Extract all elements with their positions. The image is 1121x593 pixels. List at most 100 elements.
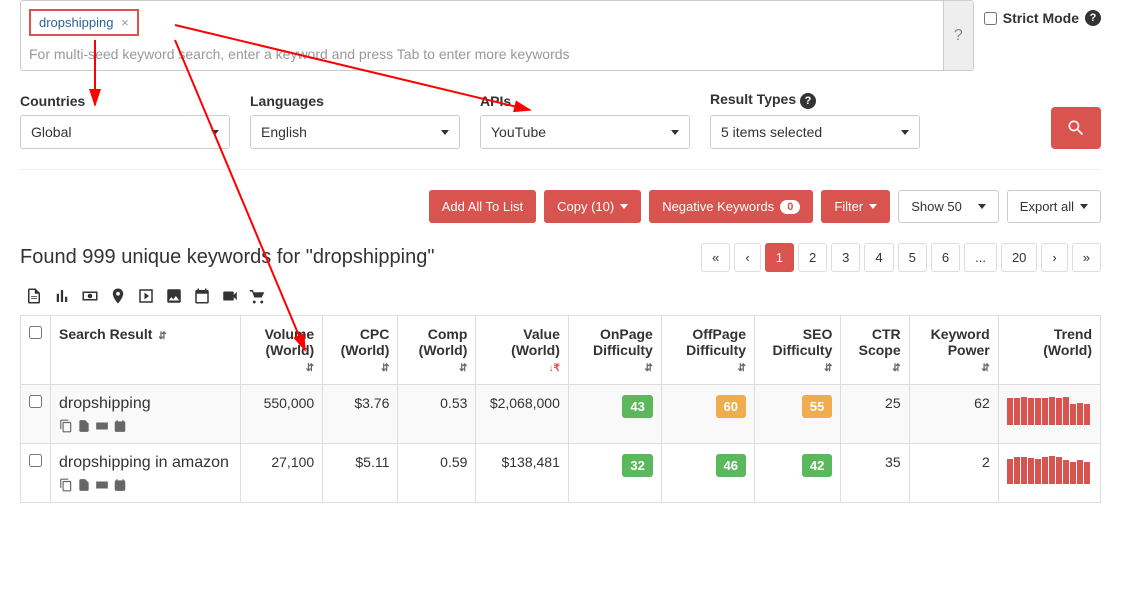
- seo-cell: 55: [755, 385, 841, 444]
- apis-select[interactable]: YouTube: [480, 115, 690, 149]
- page-»[interactable]: »: [1072, 243, 1101, 272]
- ctr-cell: 25: [841, 385, 909, 444]
- keyword-tag[interactable]: dropshipping ×: [29, 9, 139, 36]
- location-icon[interactable]: [109, 287, 127, 305]
- volume-cell: 27,100: [241, 444, 323, 503]
- youtube-icon[interactable]: [137, 287, 155, 305]
- page-3[interactable]: 3: [831, 243, 860, 272]
- countries-value: Global: [31, 124, 71, 140]
- calendar-icon[interactable]: [113, 419, 127, 433]
- show-count-select[interactable]: Show 50: [898, 190, 999, 223]
- col-onpage[interactable]: OnPage Difficulty⇵: [568, 316, 661, 385]
- col-power[interactable]: Keyword Power⇵: [909, 316, 998, 385]
- ctr-cell: 35: [841, 444, 909, 503]
- keyword-tag-text: dropshipping: [39, 15, 113, 30]
- result-types-value: 5 items selected: [721, 124, 822, 140]
- onpage-cell: 32: [568, 444, 661, 503]
- money-icon[interactable]: [95, 419, 109, 433]
- col-search-result[interactable]: Search Result ⇵: [51, 316, 241, 385]
- trend-cell: [998, 385, 1100, 444]
- page-4[interactable]: 4: [864, 243, 893, 272]
- apis-value: YouTube: [491, 124, 546, 140]
- chevron-down-icon: [978, 204, 986, 209]
- negative-keywords-button[interactable]: Negative Keywords0: [649, 190, 813, 223]
- col-trend[interactable]: Trend (World): [998, 316, 1100, 385]
- offpage-cell: 60: [661, 385, 754, 444]
- col-comp[interactable]: Comp (World)⇵: [398, 316, 476, 385]
- keyword-cell: dropshipping: [51, 385, 241, 444]
- row-checkbox[interactable]: [29, 454, 42, 467]
- add-all-button[interactable]: Add All To List: [429, 190, 536, 223]
- col-offpage[interactable]: OffPage Difficulty⇵: [661, 316, 754, 385]
- col-ctr[interactable]: CTR Scope⇵: [841, 316, 909, 385]
- col-seo[interactable]: SEO Difficulty⇵: [755, 316, 841, 385]
- page-«[interactable]: «: [701, 243, 730, 272]
- table-row: dropshipping 550,000 $3.76 0.53 $2,068,0…: [21, 385, 1101, 444]
- cart-icon[interactable]: [249, 287, 267, 305]
- col-cpc[interactable]: CPC (World)⇵: [323, 316, 398, 385]
- copy-button[interactable]: Copy (10): [544, 190, 641, 223]
- document-icon[interactable]: [25, 287, 43, 305]
- copy-icon[interactable]: [59, 419, 73, 433]
- search-button[interactable]: [1051, 107, 1101, 149]
- onpage-cell: 43: [568, 385, 661, 444]
- document-icon[interactable]: [77, 478, 91, 492]
- bar-chart-icon[interactable]: [53, 287, 71, 305]
- result-types-label: Result Types ?: [710, 91, 920, 109]
- help-icon[interactable]: ?: [800, 93, 816, 109]
- filter-button[interactable]: Filter: [821, 190, 890, 223]
- comp-cell: 0.59: [398, 444, 476, 503]
- keyword-search-box[interactable]: dropshipping × For multi-seed keyword se…: [20, 0, 974, 71]
- col-volume[interactable]: Volume (World)⇵: [241, 316, 323, 385]
- chevron-down-icon: [620, 204, 628, 209]
- col-value[interactable]: Value (World)↓₹: [476, 316, 568, 385]
- page-20[interactable]: 20: [1001, 243, 1037, 272]
- help-icon[interactable]: ?: [1085, 10, 1101, 26]
- copy-icon[interactable]: [59, 478, 73, 492]
- chevron-down-icon: [1080, 204, 1088, 209]
- search-help-button[interactable]: ?: [943, 1, 973, 70]
- page-5[interactable]: 5: [898, 243, 927, 272]
- result-types-select[interactable]: 5 items selected: [710, 115, 920, 149]
- document-icon[interactable]: [77, 419, 91, 433]
- table-row: dropshipping in amazon 27,100 $5.11 0.59…: [21, 444, 1101, 503]
- chevron-down-icon: [441, 130, 449, 135]
- results-table: Search Result ⇵ Volume (World)⇵ CPC (Wor…: [20, 315, 1101, 503]
- chevron-down-icon: [671, 130, 679, 135]
- column-icons-row: [20, 287, 1101, 305]
- page-‹[interactable]: ‹: [734, 243, 760, 272]
- power-cell: 62: [909, 385, 998, 444]
- money-icon[interactable]: [95, 478, 109, 492]
- apis-label: APIs: [480, 93, 690, 109]
- pagination: «‹123456...20›»: [701, 243, 1101, 272]
- languages-label: Languages: [250, 93, 460, 109]
- money-icon[interactable]: [81, 287, 99, 305]
- strict-mode-checkbox[interactable]: [984, 12, 997, 25]
- strict-mode-label: Strict Mode: [1003, 10, 1079, 26]
- languages-value: English: [261, 124, 307, 140]
- export-button[interactable]: Export all: [1007, 190, 1101, 223]
- negative-count-badge: 0: [780, 200, 800, 214]
- image-icon[interactable]: [165, 287, 183, 305]
- video-icon[interactable]: [221, 287, 239, 305]
- chevron-down-icon: [901, 130, 909, 135]
- remove-tag-icon[interactable]: ×: [121, 15, 129, 30]
- countries-select[interactable]: Global: [20, 115, 230, 149]
- row-checkbox[interactable]: [29, 395, 42, 408]
- calendar-icon[interactable]: [113, 478, 127, 492]
- select-all-checkbox[interactable]: [29, 326, 42, 339]
- page-6[interactable]: 6: [931, 243, 960, 272]
- strict-mode-toggle[interactable]: Strict Mode ?: [984, 0, 1101, 26]
- calendar-icon[interactable]: [193, 287, 211, 305]
- countries-label: Countries: [20, 93, 230, 109]
- languages-select[interactable]: English: [250, 115, 460, 149]
- row-action-icons: [59, 419, 232, 433]
- volume-cell: 550,000: [241, 385, 323, 444]
- cpc-cell: $5.11: [323, 444, 398, 503]
- page-1[interactable]: 1: [765, 243, 794, 272]
- page-2[interactable]: 2: [798, 243, 827, 272]
- page-...[interactable]: ...: [964, 243, 997, 272]
- cpc-cell: $3.76: [323, 385, 398, 444]
- page-›[interactable]: ›: [1041, 243, 1067, 272]
- row-action-icons: [59, 478, 232, 492]
